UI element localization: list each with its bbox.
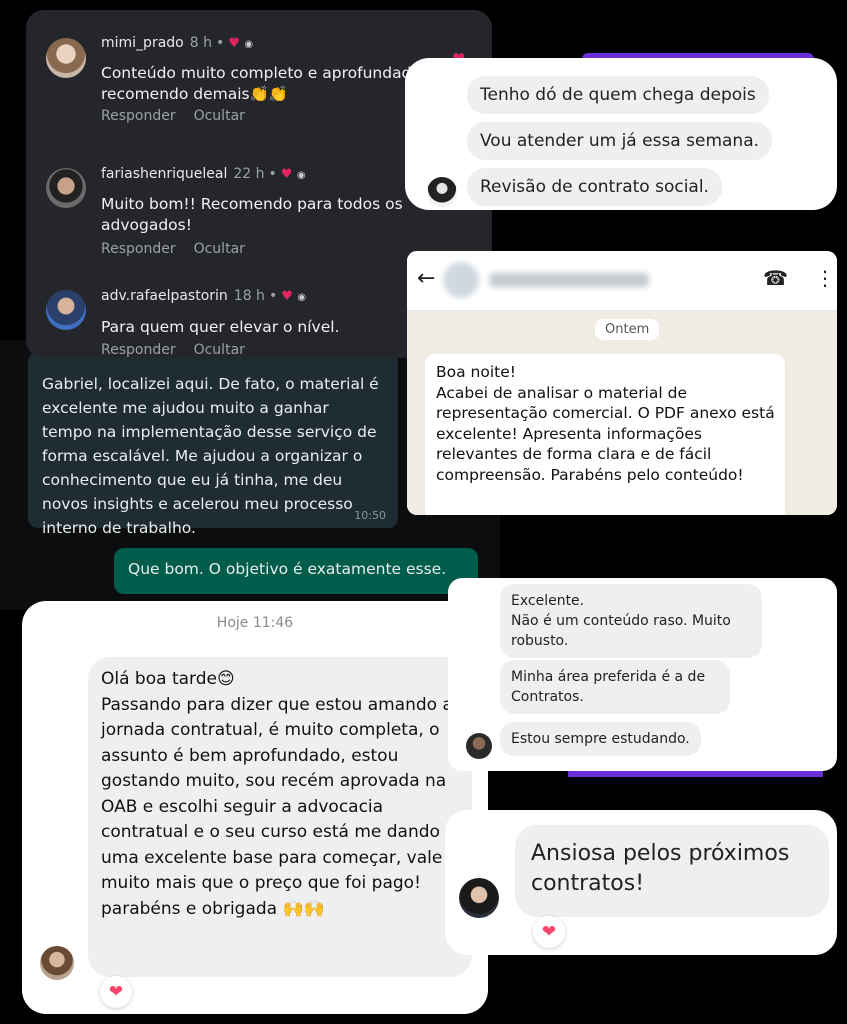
received-message-bubble: Gabriel, localizei aqui. De fato, o mate…: [28, 352, 398, 537]
message-text: Olá boa tarde😊 Passando para dizer que e…: [101, 669, 453, 919]
hide-button[interactable]: Ocultar: [194, 108, 245, 124]
chat-header: ← ☎ ⋮: [407, 251, 837, 311]
comment-text: Muito bom!! Recomendo para todos os advo…: [101, 195, 403, 234]
hide-button[interactable]: Ocultar: [194, 342, 245, 358]
heart-reaction-icon[interactable]: ❤: [533, 916, 565, 948]
comment-text: Conteúdo muito completo e aprofundado, r…: [101, 64, 426, 103]
back-arrow-icon[interactable]: ←: [417, 266, 435, 291]
username[interactable]: fariashenriqueleal: [101, 166, 227, 182]
sent-message-bubble: Que bom. O objetivo é exatamente esse.: [114, 548, 478, 594]
comment-header: fariashenriqueleal 22 h • ♥ ◉: [101, 166, 306, 182]
date-chip: Ontem: [595, 319, 660, 340]
reply-button[interactable]: Responder: [101, 241, 176, 257]
contact-avatar[interactable]: [443, 262, 479, 298]
chat-timestamp: Hoje 11:46: [216, 615, 294, 631]
avatar[interactable]: [46, 290, 86, 330]
username[interactable]: adv.rafaelpastorin: [101, 288, 228, 304]
avatar[interactable]: [466, 733, 492, 759]
avatar[interactable]: [46, 38, 86, 78]
comment-time: 8 h: [189, 35, 212, 51]
comment-text: Para quem quer elevar o nível.: [101, 318, 340, 336]
comment-actions: Responder Ocultar: [101, 342, 245, 358]
message-text: Boa noite! Acabei de analisar o material…: [436, 363, 775, 484]
liked-heart-icon: ♥: [280, 167, 293, 182]
comment-actions: Responder Ocultar: [101, 108, 245, 124]
message-bubble: Tenho dó de quem chega depois: [467, 76, 769, 114]
reply-button[interactable]: Responder: [101, 108, 176, 124]
comment-header: mimi_prado 8 h • ♥ ◉: [101, 35, 254, 51]
heart-reaction-icon[interactable]: ❤: [100, 976, 132, 1008]
message-bubble: Excelente. Não é um conteúdo raso. Muito…: [500, 584, 762, 658]
message-bubble: Ansiosa pelos próximos contratos!: [515, 825, 829, 917]
chat-panel-bottom-right: Ansiosa pelos próximos contratos! ❤: [445, 810, 837, 955]
message-bubble: Vou atender um já essa semana.: [467, 122, 773, 160]
sent-message-text: Que bom. O objetivo é exatamente esse.: [128, 560, 447, 578]
avatar[interactable]: [459, 878, 499, 918]
comment-actions: Responder Ocultar: [101, 241, 245, 257]
message-bubble: Minha área preferida é a de Contratos.: [500, 660, 730, 714]
message-text: Ansiosa pelos próximos contratos!: [531, 841, 790, 896]
author-avatar-icon: ◉: [244, 39, 254, 50]
menu-icon[interactable]: ⋮: [815, 266, 835, 290]
liked-heart-icon: ♥: [228, 36, 240, 51]
avatar[interactable]: [40, 946, 74, 980]
avatar[interactable]: [427, 177, 457, 207]
chat-panel-bottom-left: Hoje 11:46 Olá boa tarde😊 Passando para …: [22, 601, 488, 1014]
message-time: 10:50: [354, 509, 386, 522]
chat-panel-right-middle: Excelente. Não é um conteúdo raso. Muito…: [448, 578, 837, 771]
received-message-bubble: Boa noite! Acabei de analisar o material…: [425, 354, 785, 515]
comment-time: 18 h: [233, 288, 265, 304]
message-text: Gabriel, localizei aqui. De fato, o mate…: [42, 375, 379, 537]
message-bubble: Olá boa tarde😊 Passando para dizer que e…: [88, 657, 472, 977]
liked-heart-icon: ♥: [281, 289, 293, 304]
author-avatar-icon: ◉: [297, 292, 307, 303]
comment-time: 22 h: [233, 166, 265, 182]
message-bubble: Estou sempre estudando.: [500, 722, 701, 756]
username[interactable]: mimi_prado: [101, 35, 184, 51]
author-avatar-icon: ◉: [296, 170, 306, 181]
add-call-icon[interactable]: ☎: [763, 266, 788, 290]
chat-panel-top-right: Tenho dó de quem chega depois Vou atende…: [405, 58, 837, 210]
contact-name-blurred: [489, 273, 649, 287]
message-bubble: Revisão de contrato social.: [467, 168, 722, 206]
avatar[interactable]: [46, 168, 86, 208]
reply-button[interactable]: Responder: [101, 342, 176, 358]
comment-header: adv.rafaelpastorin 18 h • ♥ ◉: [101, 288, 307, 304]
hide-button[interactable]: Ocultar: [194, 241, 245, 257]
whatsapp-light-chat: ← ☎ ⋮ Ontem Boa noite! Acabei de analisa…: [407, 251, 837, 515]
